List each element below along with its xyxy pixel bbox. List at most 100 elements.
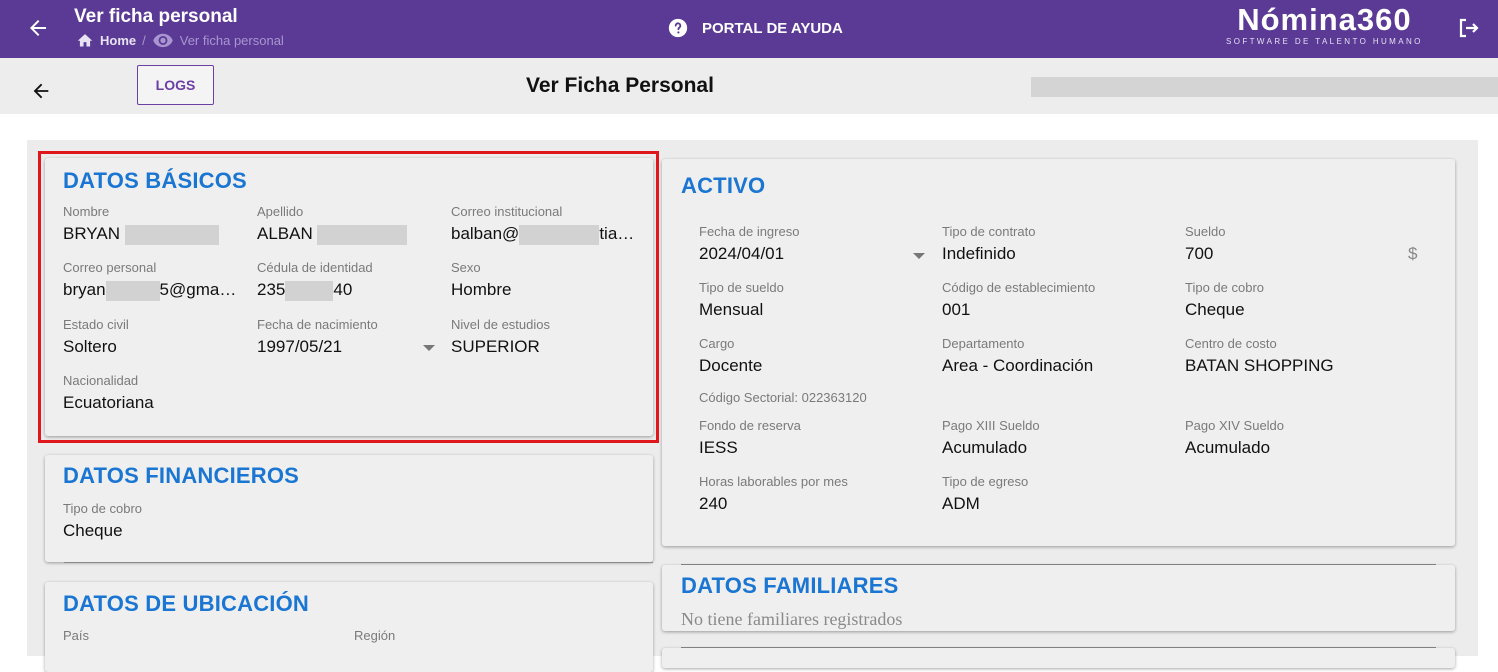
section-title-datos-basicos: DATOS BÁSICOS xyxy=(63,168,247,193)
label-tipo-contrato: Tipo de contrato xyxy=(942,224,1036,239)
section-title-datos-familiares: DATOS FAMILIARES xyxy=(681,573,899,598)
logs-button[interactable]: LOGS xyxy=(137,65,214,105)
label-cargo: Cargo xyxy=(699,336,735,351)
field-horas-laborables: Horas laborables por mes 240 xyxy=(699,474,848,514)
eye-icon xyxy=(152,33,173,48)
redacted-text xyxy=(124,224,219,245)
redacted-area xyxy=(1031,77,1498,97)
value-correo-personal-prefix: bryan xyxy=(63,280,106,299)
label-departamento: Departamento xyxy=(942,336,1025,351)
label-pago-xiv: Pago XIV Sueldo xyxy=(1185,418,1285,433)
page-title: Ver Ficha Personal xyxy=(526,74,714,97)
field-pago-xiii: Pago XIII Sueldo Acumulado xyxy=(942,418,1040,458)
value-correo-institucional-row: balban@ tia… xyxy=(451,224,634,245)
field-correo-institucional: Correo institucional balban@ tia… xyxy=(451,204,634,245)
field-pago-xiv: Pago XIV Sueldo Acumulado xyxy=(1185,418,1284,458)
logo-brand: Nómina360 xyxy=(1237,2,1412,37)
currency-symbol: $ xyxy=(1408,244,1418,263)
field-tipo-cobro-activo: Tipo de cobro Cheque xyxy=(1185,280,1264,320)
value-cedula-suffix: 40 xyxy=(333,280,353,299)
field-centro-costo: Centro de costo BATAN SHOPPING xyxy=(1185,336,1334,376)
top-bar: Ver ficha personal Home / Ver ficha pers… xyxy=(0,0,1498,58)
field-sexo: Sexo Hombre xyxy=(451,260,511,300)
value-tipo-cobro: Cheque xyxy=(63,521,123,540)
section-title-activo: ACTIVO xyxy=(681,173,766,198)
header-title: Ver ficha personal xyxy=(74,6,238,27)
field-codigo-establecimiento: Código de establecimiento 001 xyxy=(942,280,1095,320)
card-datos-familiares: DATOS FAMILIARES No tiene familiares reg… xyxy=(662,565,1455,631)
empty-state-familiares: No tiene familiares registrados xyxy=(681,609,903,629)
field-sueldo: Sueldo 700 xyxy=(1185,224,1225,264)
back-arrow-icon[interactable] xyxy=(30,80,52,102)
redacted-text xyxy=(317,224,408,245)
field-tipo-contrato: Tipo de contrato Indefinido xyxy=(942,224,1035,264)
value-nombre: BRYAN xyxy=(63,224,121,243)
logo-tagline: SOFTWARE DE TALENTO HUMANO xyxy=(1226,37,1423,46)
value-sexo: Hombre xyxy=(451,280,512,299)
help-circle-icon xyxy=(668,18,688,38)
redacted-text xyxy=(105,280,160,301)
label-codigo-establecimiento: Código de establecimiento xyxy=(942,280,1096,295)
field-departamento: Departamento Area - Coordinación xyxy=(942,336,1093,376)
label-tipo-cobro: Tipo de cobro xyxy=(63,501,143,516)
field-apellido: Apellido ALBAN xyxy=(257,204,408,245)
field-fecha-nacimiento: Fecha de nacimiento 1997/05/21 xyxy=(257,317,378,357)
breadcrumb-current: Ver ficha personal xyxy=(179,32,284,48)
value-correo-personal-suffix: 5@gma… xyxy=(159,280,237,299)
value-correo-inst-suffix: tia… xyxy=(599,224,635,243)
value-nivel-estudios: SUPERIOR xyxy=(451,337,540,356)
value-nacionalidad: Ecuatoriana xyxy=(63,393,154,412)
value-fecha-ingreso: 2024/04/01 xyxy=(699,244,785,263)
redacted-text xyxy=(285,280,334,301)
breadcrumb-home[interactable]: Home xyxy=(100,33,136,48)
label-tipo-sueldo: Tipo de sueldo xyxy=(699,280,784,295)
label-centro-costo: Centro de costo xyxy=(1185,336,1277,351)
logout-icon[interactable] xyxy=(1456,16,1480,40)
field-tipo-sueldo: Tipo de sueldo Mensual xyxy=(699,280,784,320)
label-codigo-sectorial: Código Sectorial: 022363120 xyxy=(699,390,867,405)
section-title-datos-financieros: DATOS FINANCIEROS xyxy=(63,463,300,488)
field-fecha-ingreso: Fecha de ingreso 2024/04/01 xyxy=(699,224,799,264)
codigo-sectorial: Código Sectorial: 022363120 xyxy=(699,390,867,405)
home-icon[interactable] xyxy=(76,32,94,48)
value-cargo: Docente xyxy=(699,356,763,375)
value-fecha-nacimiento: 1997/05/21 xyxy=(257,337,343,356)
value-sueldo: 700 xyxy=(1185,244,1214,263)
redacted-text xyxy=(519,224,600,245)
field-tipo-cobro: Tipo de cobro Cheque xyxy=(63,501,142,541)
label-sexo: Sexo xyxy=(451,260,481,275)
value-cedula-row: 235 40 xyxy=(257,280,373,301)
label-tipo-egreso: Tipo de egreso xyxy=(942,474,1029,489)
field-nivel-estudios: Nivel de estudios SUPERIOR xyxy=(451,317,550,357)
label-cedula: Cédula de identidad xyxy=(257,260,373,275)
value-codigo-establecimiento: 001 xyxy=(942,300,971,319)
field-cargo: Cargo Docente xyxy=(699,336,762,376)
back-arrow-icon[interactable] xyxy=(26,16,50,40)
label-region: Región xyxy=(354,628,396,643)
label-nivel-estudios: Nivel de estudios xyxy=(451,317,550,332)
value-fondo-reserva: IESS xyxy=(699,438,738,457)
value-cedula-prefix: 235 xyxy=(257,280,286,299)
chevron-down-icon[interactable] xyxy=(423,345,435,351)
card-datos-ubicacion: DATOS DE UBICACIÓN País Región xyxy=(45,582,653,672)
value-correo-inst-prefix: balban@ xyxy=(451,224,520,243)
field-nombre: Nombre BRYAN xyxy=(63,204,219,245)
field-region: Región xyxy=(354,628,395,643)
label-tipo-cobro-activo: Tipo de cobro xyxy=(1185,280,1265,295)
help-portal-link[interactable]: PORTAL DE AYUDA xyxy=(668,18,843,38)
breadcrumb: Home / Ver ficha personal xyxy=(76,32,284,48)
label-fecha-ingreso: Fecha de ingreso xyxy=(699,224,800,239)
nomina360-logo: Nómina360 SOFTWARE DE TALENTO HUMANO xyxy=(1226,2,1423,47)
chevron-down-icon[interactable] xyxy=(913,253,925,259)
card-next-section xyxy=(662,648,1455,668)
breadcrumb-separator: / xyxy=(142,32,146,48)
value-tipo-cobro-activo: Cheque xyxy=(1185,300,1245,319)
value-apellido: ALBAN xyxy=(257,224,313,243)
value-tipo-sueldo: Mensual xyxy=(699,300,764,319)
label-pago-xiii: Pago XIII Sueldo xyxy=(942,418,1040,433)
label-estado-civil: Estado civil xyxy=(63,317,129,332)
value-tipo-contrato: Indefinido xyxy=(942,244,1016,263)
help-portal-label: PORTAL DE AYUDA xyxy=(702,19,843,37)
value-estado-civil: Soltero xyxy=(63,337,117,356)
label-fondo-reserva: Fondo de reserva xyxy=(699,418,801,433)
